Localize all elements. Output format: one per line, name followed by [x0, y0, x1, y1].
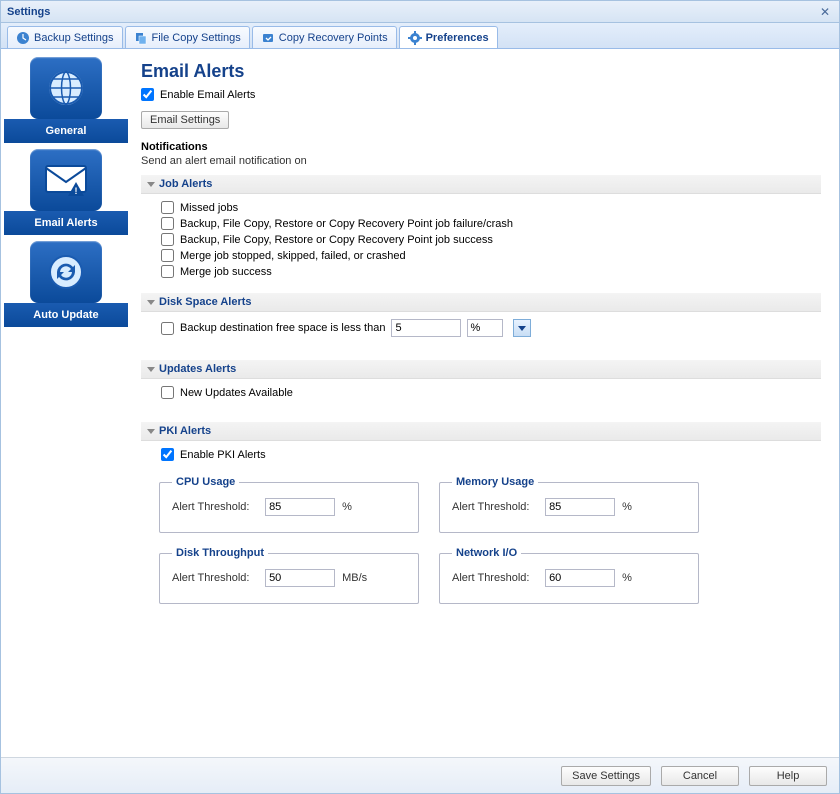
group-job-alerts[interactable]: Job Alerts — [141, 175, 821, 194]
job-failure-checkbox[interactable] — [161, 217, 174, 230]
sidebar-label: General — [4, 119, 128, 143]
footer: Save Settings Cancel Help — [1, 757, 839, 793]
network-io-fieldset: Network I/O Alert Threshold: % — [439, 547, 699, 604]
disk-space-checkbox[interactable] — [161, 322, 174, 335]
enable-email-alerts-label: Enable Email Alerts — [160, 89, 255, 101]
group-disk-space-alerts[interactable]: Disk Space Alerts — [141, 293, 821, 312]
save-settings-button[interactable]: Save Settings — [561, 766, 651, 786]
unit-label: % — [622, 501, 632, 513]
tab-label: File Copy Settings — [152, 32, 241, 44]
close-icon[interactable]: ✕ — [817, 4, 833, 20]
new-updates-checkbox[interactable] — [161, 386, 174, 399]
sidebar-item-general[interactable]: General — [7, 57, 125, 149]
sidebar-item-email-alerts[interactable]: ! Email Alerts — [7, 149, 125, 241]
help-button[interactable]: Help — [749, 766, 827, 786]
notifications-subtext: Send an alert email notification on — [141, 155, 821, 167]
merge-job-success-checkbox[interactable] — [161, 265, 174, 278]
missed-jobs-checkbox[interactable] — [161, 201, 174, 214]
checkbox-label: Enable PKI Alerts — [180, 449, 266, 461]
checkbox-label: Missed jobs — [180, 202, 238, 214]
fieldset-legend: Memory Usage — [452, 476, 538, 488]
tab-label: Backup Settings — [34, 32, 114, 44]
globe-icon — [30, 57, 102, 119]
merge-job-fail-checkbox[interactable] — [161, 249, 174, 262]
sidebar-label: Auto Update — [4, 303, 128, 327]
titlebar: Settings ✕ — [1, 1, 839, 23]
checkbox-label: Backup, File Copy, Restore or Copy Recov… — [180, 218, 513, 230]
group-title: PKI Alerts — [159, 425, 211, 437]
network-threshold-input[interactable] — [545, 569, 615, 587]
group-pki-alerts[interactable]: PKI Alerts — [141, 422, 821, 441]
fieldset-legend: Network I/O — [452, 547, 521, 559]
settings-window: Settings ✕ Backup Settings File Copy Set… — [0, 0, 840, 794]
page-title: Email Alerts — [141, 61, 821, 82]
pki-enable-row: Enable PKI Alerts — [141, 441, 821, 468]
cancel-button[interactable]: Cancel — [661, 766, 739, 786]
chevron-down-icon — [518, 326, 526, 331]
body-area: General ! Email Alerts Auto Update Email… — [1, 49, 839, 757]
threshold-label: Alert Threshold: — [172, 572, 262, 585]
tab-label: Preferences — [426, 32, 489, 44]
checkbox-label: Backup, File Copy, Restore or Copy Recov… — [180, 234, 493, 246]
group-title: Disk Space Alerts — [159, 296, 252, 308]
gear-icon — [408, 31, 422, 45]
memory-threshold-input[interactable] — [545, 498, 615, 516]
notifications-heading: Notifications — [141, 141, 821, 153]
updates-list: New Updates Available — [141, 379, 821, 406]
threshold-label: Alert Threshold: — [452, 501, 542, 514]
tab-file-copy-settings[interactable]: File Copy Settings — [125, 26, 250, 48]
chevron-down-icon — [147, 429, 155, 434]
chevron-down-icon — [147, 300, 155, 305]
checkbox-label: Merge job success — [180, 266, 272, 278]
content-panel: Email Alerts Enable Email Alerts Email S… — [131, 49, 839, 757]
fieldset-legend: CPU Usage — [172, 476, 239, 488]
update-icon — [30, 241, 102, 303]
enable-email-alerts-checkbox[interactable] — [141, 88, 154, 101]
threshold-label: Alert Threshold: — [452, 572, 542, 585]
checkbox-label: Merge job stopped, skipped, failed, or c… — [180, 250, 406, 262]
fieldset-legend: Disk Throughput — [172, 547, 268, 559]
svg-text:!: ! — [75, 186, 78, 196]
group-title: Job Alerts — [159, 178, 212, 190]
disk-threshold-input[interactable] — [265, 569, 335, 587]
email-settings-button[interactable]: Email Settings — [141, 111, 229, 129]
copy-icon — [134, 31, 148, 45]
tab-backup-settings[interactable]: Backup Settings — [7, 26, 123, 48]
pki-thresholds-grid: CPU Usage Alert Threshold: % Memory Usag… — [141, 468, 821, 620]
tabstrip: Backup Settings File Copy Settings Copy … — [1, 23, 839, 49]
memory-usage-fieldset: Memory Usage Alert Threshold: % — [439, 476, 699, 533]
disk-space-list: Backup destination free space is less th… — [141, 312, 821, 344]
sidebar-item-auto-update[interactable]: Auto Update — [7, 241, 125, 333]
chevron-down-icon — [147, 367, 155, 372]
job-success-checkbox[interactable] — [161, 233, 174, 246]
tab-copy-recovery-points[interactable]: Copy Recovery Points — [252, 26, 397, 48]
unit-label: % — [622, 572, 632, 584]
group-updates-alerts[interactable]: Updates Alerts — [141, 360, 821, 379]
content-scroll[interactable]: Email Alerts Enable Email Alerts Email S… — [131, 49, 839, 757]
tab-label: Copy Recovery Points — [279, 32, 388, 44]
window-title: Settings — [7, 6, 817, 18]
enable-pki-alerts-checkbox[interactable] — [161, 448, 174, 461]
threshold-label: Alert Threshold: — [172, 501, 262, 514]
mail-alert-icon: ! — [30, 149, 102, 211]
cpu-usage-fieldset: CPU Usage Alert Threshold: % — [159, 476, 419, 533]
job-alerts-list: Missed jobs Backup, File Copy, Restore o… — [141, 194, 821, 285]
disk-space-unit-select[interactable] — [467, 319, 503, 337]
disk-space-unit-dropdown-button[interactable] — [513, 319, 531, 337]
cpu-threshold-input[interactable] — [265, 498, 335, 516]
sidebar: General ! Email Alerts Auto Update — [1, 49, 131, 757]
checkbox-label: New Updates Available — [180, 387, 293, 399]
disk-space-value-input[interactable] — [391, 319, 461, 337]
disk-throughput-fieldset: Disk Throughput Alert Threshold: MB/s — [159, 547, 419, 604]
checkbox-label: Backup destination free space is less th… — [180, 322, 385, 334]
clock-icon — [16, 31, 30, 45]
group-title: Updates Alerts — [159, 363, 236, 375]
tab-preferences[interactable]: Preferences — [399, 26, 498, 48]
sidebar-label: Email Alerts — [4, 211, 128, 235]
unit-label: MB/s — [342, 572, 367, 584]
recovery-icon — [261, 31, 275, 45]
chevron-down-icon — [147, 182, 155, 187]
unit-label: % — [342, 501, 352, 513]
